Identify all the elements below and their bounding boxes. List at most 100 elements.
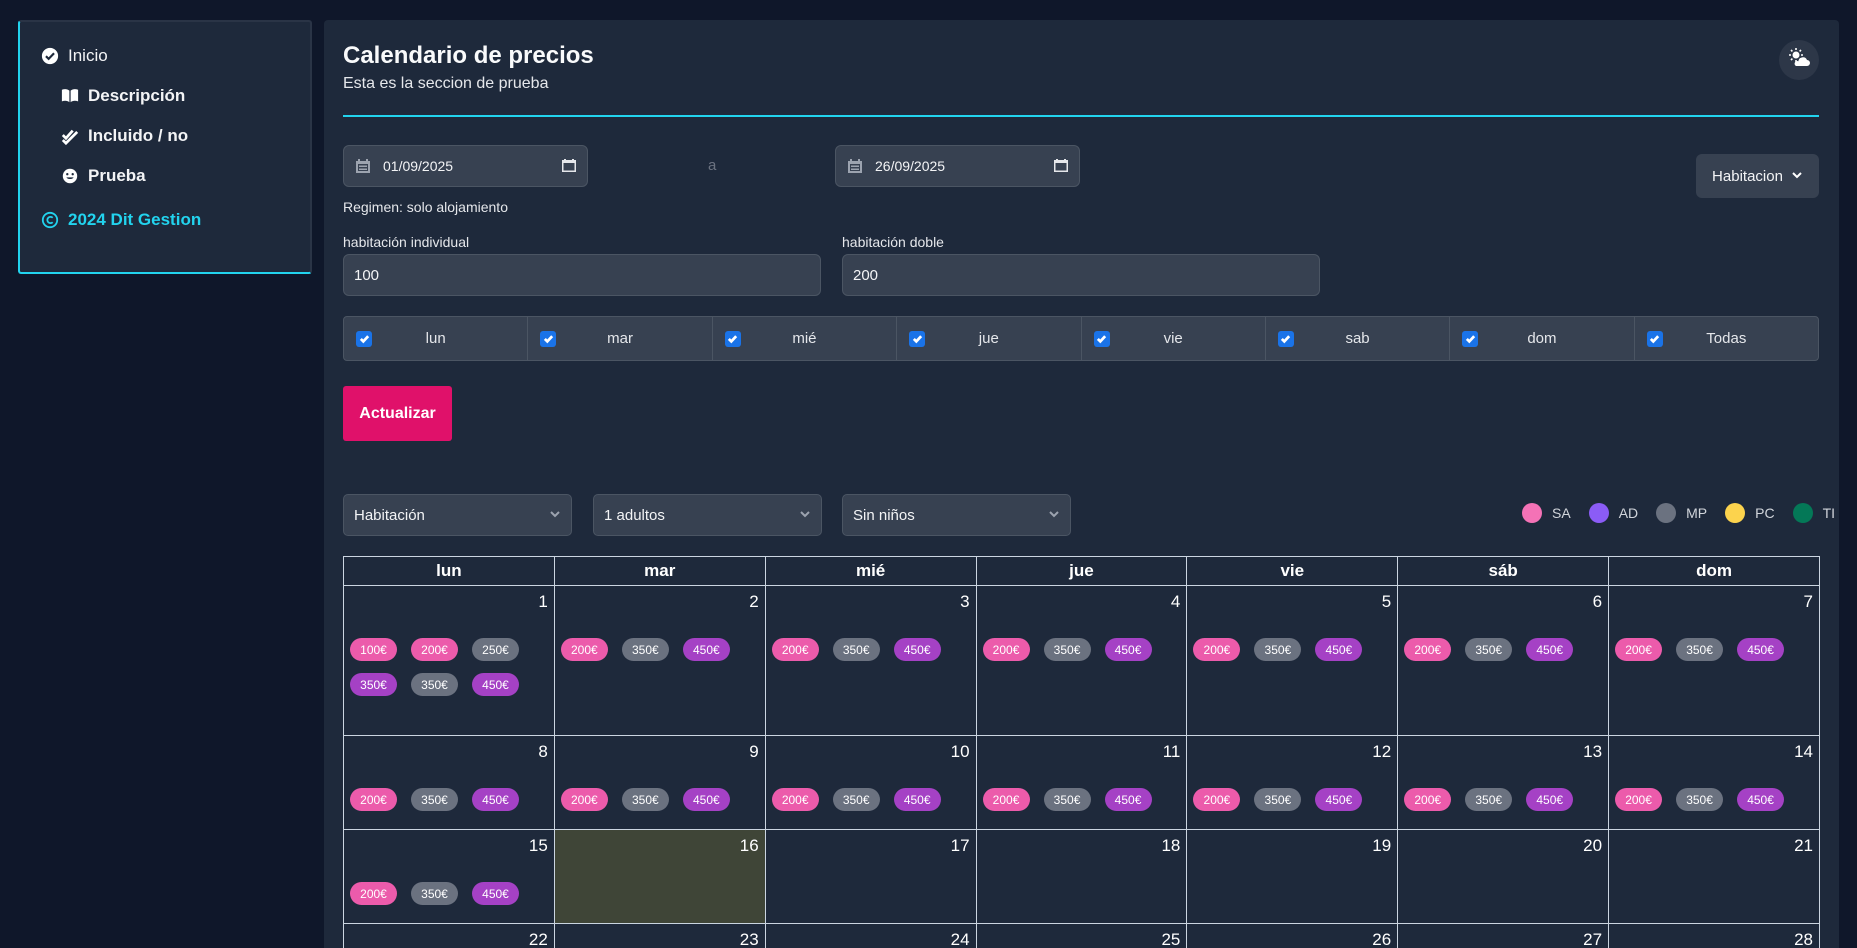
- checkbox-checked-icon[interactable]: [1462, 330, 1479, 347]
- price-badge[interactable]: 350€: [1254, 788, 1302, 811]
- price-badge[interactable]: 200€: [1404, 638, 1452, 661]
- price-badge[interactable]: 450€: [1315, 788, 1363, 811]
- price-badge[interactable]: 350€: [621, 638, 669, 661]
- price-badge[interactable]: 200€: [1193, 788, 1241, 811]
- calendar-day-cell[interactable]: 23: [553, 923, 766, 948]
- price-badge[interactable]: 450€: [1315, 638, 1363, 661]
- calendar-day-cell[interactable]: 14 200€ 350€ 450€: [1608, 735, 1820, 830]
- checkbox-checked-icon[interactable]: [356, 330, 372, 347]
- calendar-day-cell[interactable]: 12 200€ 350€ 450€: [1186, 735, 1399, 830]
- price-badge[interactable]: 200€: [1615, 788, 1663, 811]
- room-filter-select[interactable]: Habitación: [343, 494, 572, 536]
- price-badge[interactable]: 450€: [1526, 638, 1574, 661]
- children-filter-select[interactable]: Sin niños: [842, 494, 1071, 536]
- price-badge[interactable]: 200€: [771, 788, 819, 811]
- single-room-price-input[interactable]: 100: [343, 254, 821, 296]
- price-badge[interactable]: 450€: [1104, 638, 1152, 661]
- price-badge[interactable]: 450€: [472, 673, 519, 696]
- price-badge[interactable]: 350€: [411, 673, 458, 696]
- calendar-day-cell[interactable]: 16: [553, 829, 766, 924]
- price-badge[interactable]: 350€: [1254, 638, 1302, 661]
- price-badge[interactable]: 350€: [832, 638, 880, 661]
- price-badge[interactable]: 350€: [1465, 788, 1513, 811]
- calendar-day-cell[interactable]: 9 200€ 350€ 450€: [553, 735, 766, 830]
- calendar-day-cell[interactable]: 24: [764, 923, 977, 948]
- price-badge[interactable]: 450€: [682, 788, 730, 811]
- weekday-option[interactable]: sab: [1266, 317, 1451, 360]
- checkbox-checked-icon[interactable]: [540, 330, 557, 347]
- weekday-option[interactable]: Todas: [1635, 317, 1818, 360]
- price-badge[interactable]: 350€: [1465, 638, 1513, 661]
- price-badge[interactable]: 350€: [411, 788, 458, 811]
- price-badge[interactable]: 350€: [621, 788, 669, 811]
- checkbox-checked-icon[interactable]: [909, 330, 926, 347]
- checkbox-checked-icon[interactable]: [1093, 330, 1110, 347]
- price-badge[interactable]: 200€: [350, 882, 397, 905]
- theme-toggle-button[interactable]: [1779, 40, 1819, 80]
- room-type-dropdown[interactable]: Habitacion: [1696, 154, 1819, 198]
- calendar-day-cell[interactable]: 19: [1186, 829, 1399, 924]
- date-picker-icon[interactable]: [1054, 158, 1068, 175]
- date-from-input[interactable]: 01/09/2025: [343, 145, 588, 187]
- checkbox-checked-icon[interactable]: [1646, 330, 1663, 347]
- calendar-day-cell[interactable]: 20: [1397, 829, 1610, 924]
- calendar-day-cell[interactable]: 15 200€ 350€ 450€: [343, 829, 555, 924]
- sidebar-item-descripcion[interactable]: Descripción: [60, 86, 185, 106]
- calendar-day-cell[interactable]: 28: [1608, 923, 1820, 948]
- price-badge[interactable]: 350€: [832, 788, 880, 811]
- price-badge[interactable]: 200€: [411, 638, 458, 661]
- date-to-input[interactable]: 26/09/2025: [835, 145, 1080, 187]
- sidebar-item-inicio[interactable]: Inicio: [40, 46, 108, 66]
- calendar-day-cell[interactable]: 22: [343, 923, 555, 948]
- weekday-option[interactable]: jue: [897, 317, 1082, 360]
- update-button[interactable]: Actualizar: [343, 386, 452, 441]
- calendar-day-cell[interactable]: 7 200€ 350€ 450€: [1608, 585, 1820, 736]
- price-badge[interactable]: 200€: [560, 638, 608, 661]
- calendar-day-cell[interactable]: 6 200€ 350€ 450€: [1397, 585, 1610, 736]
- price-badge[interactable]: 350€: [1043, 638, 1091, 661]
- price-badge[interactable]: 450€: [1737, 788, 1785, 811]
- price-badge[interactable]: 250€: [472, 638, 519, 661]
- calendar-day-cell[interactable]: 26: [1186, 923, 1399, 948]
- price-badge[interactable]: 350€: [411, 882, 458, 905]
- price-badge[interactable]: 350€: [1676, 638, 1724, 661]
- calendar-day-cell[interactable]: 13 200€ 350€ 450€: [1397, 735, 1610, 830]
- calendar-day-cell[interactable]: 17: [764, 829, 977, 924]
- weekday-option[interactable]: dom: [1450, 317, 1635, 360]
- calendar-day-cell[interactable]: 10 200€ 350€ 450€: [764, 735, 977, 830]
- price-badge[interactable]: 350€: [1676, 788, 1724, 811]
- price-badge[interactable]: 200€: [982, 638, 1030, 661]
- weekday-option[interactable]: mié: [713, 317, 898, 360]
- calendar-day-cell[interactable]: 2 200€ 350€ 450€: [553, 585, 766, 736]
- double-room-price-input[interactable]: 200: [842, 254, 1320, 296]
- price-badge[interactable]: 200€: [1193, 638, 1241, 661]
- price-badge[interactable]: 350€: [1043, 788, 1091, 811]
- sidebar-item-incluido[interactable]: Incluido / no: [60, 126, 188, 146]
- price-badge[interactable]: 450€: [1737, 638, 1785, 661]
- calendar-day-cell[interactable]: 1 100€ 200€ 250€ 350€ 350€ 450€: [343, 585, 555, 736]
- date-picker-icon[interactable]: [562, 158, 576, 175]
- price-badge[interactable]: 200€: [560, 788, 608, 811]
- calendar-day-cell[interactable]: 25: [975, 923, 1188, 948]
- checkbox-checked-icon[interactable]: [724, 330, 741, 347]
- calendar-day-cell[interactable]: 4 200€ 350€ 450€: [975, 585, 1188, 736]
- price-badge[interactable]: 200€: [350, 788, 397, 811]
- adults-filter-select[interactable]: 1 adultos: [593, 494, 822, 536]
- price-badge[interactable]: 200€: [982, 788, 1030, 811]
- calendar-day-cell[interactable]: 11 200€ 350€ 450€: [975, 735, 1188, 830]
- price-badge[interactable]: 450€: [472, 882, 519, 905]
- weekday-option[interactable]: vie: [1082, 317, 1266, 360]
- price-badge[interactable]: 450€: [893, 788, 941, 811]
- calendar-day-cell[interactable]: 8 200€ 350€ 450€: [343, 735, 555, 830]
- calendar-day-cell[interactable]: 3 200€ 350€ 450€: [764, 585, 977, 736]
- price-badge[interactable]: 350€: [350, 673, 397, 696]
- calendar-day-cell[interactable]: 5 200€ 350€ 450€: [1186, 585, 1399, 736]
- price-badge[interactable]: 450€: [1104, 788, 1152, 811]
- price-badge[interactable]: 450€: [472, 788, 519, 811]
- price-badge[interactable]: 200€: [771, 638, 819, 661]
- price-badge[interactable]: 450€: [893, 638, 941, 661]
- calendar-day-cell[interactable]: 21: [1608, 829, 1820, 924]
- weekday-option[interactable]: mar: [528, 317, 713, 360]
- calendar-day-cell[interactable]: 18: [975, 829, 1188, 924]
- price-badge[interactable]: 450€: [1526, 788, 1574, 811]
